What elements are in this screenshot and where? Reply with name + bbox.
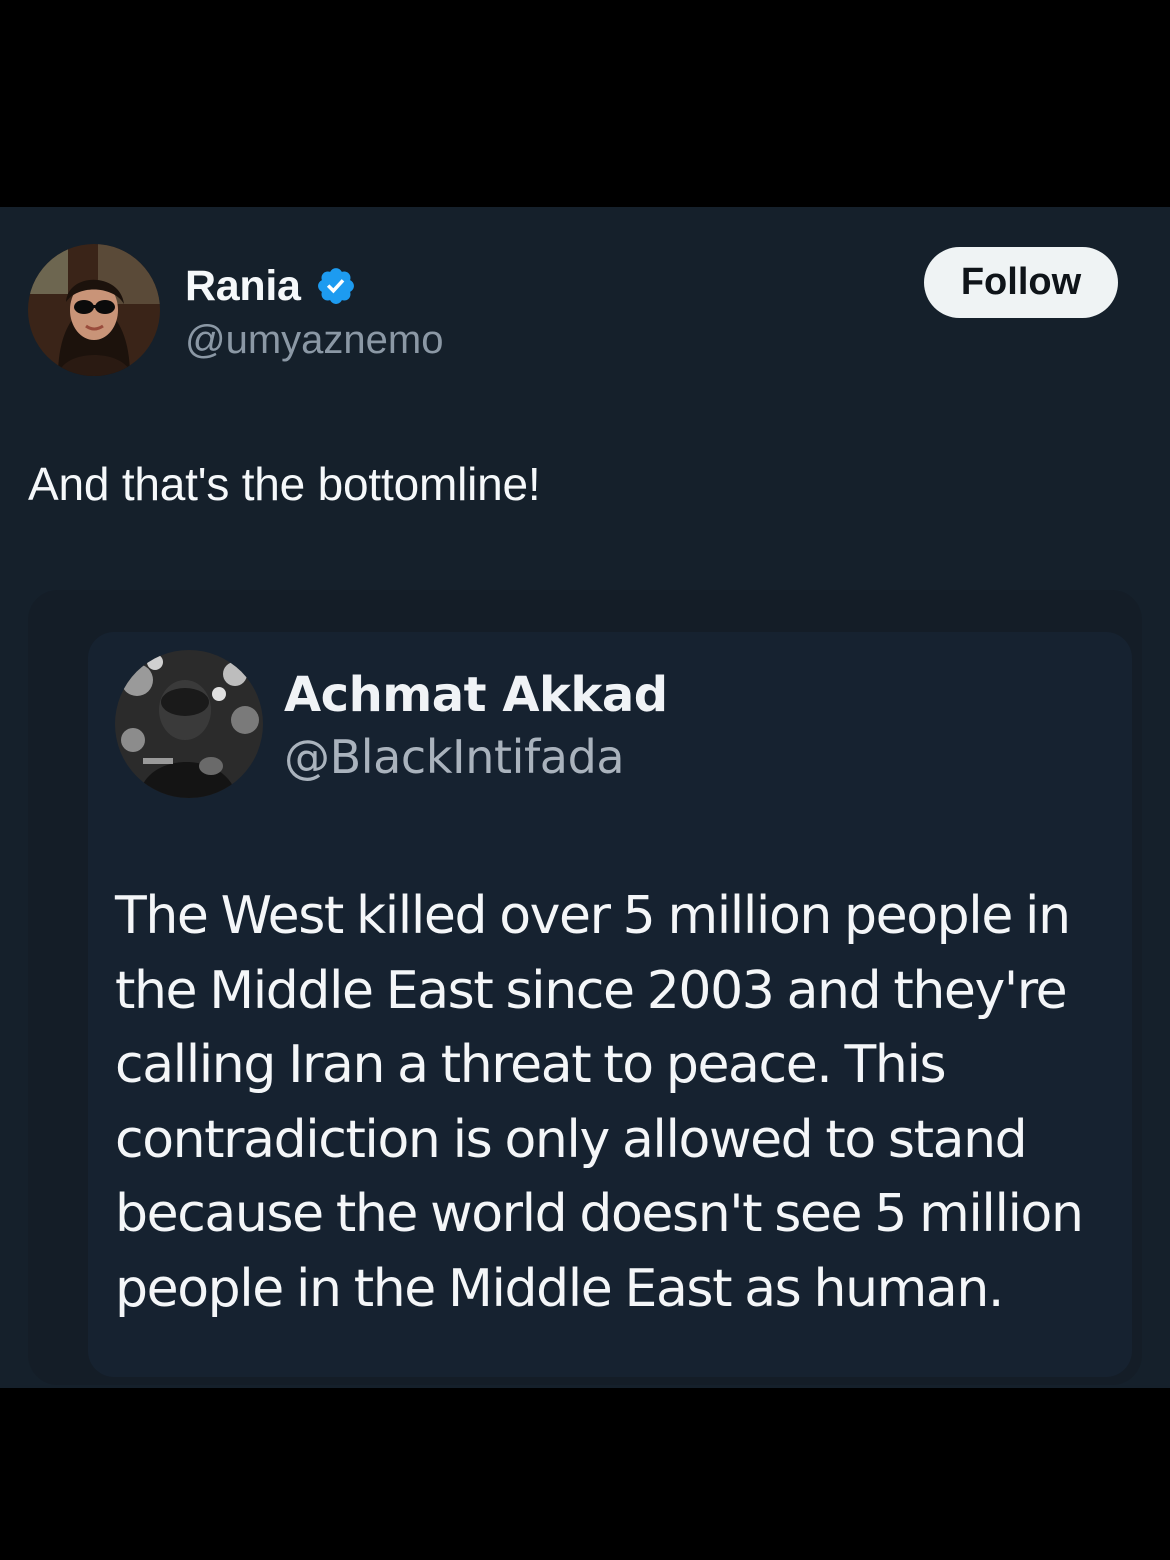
author-avatar[interactable] xyxy=(28,244,160,376)
avatar-photo xyxy=(28,244,160,376)
post-text: And that's the bottomline! xyxy=(28,458,541,510)
author-display-name[interactable]: Rania xyxy=(185,262,301,311)
author-handle[interactable]: @umyaznemo xyxy=(185,318,443,363)
post-header: Rania @umyaznemo Follow xyxy=(28,244,1142,378)
screenshot-page: Rania @umyaznemo Follow And that's the b… xyxy=(0,0,1170,1560)
quoted-post-text: The West killed over 5 million people in… xyxy=(115,886,1084,1319)
verified-badge-icon[interactable] xyxy=(315,265,357,307)
author-name-row: Rania xyxy=(185,260,357,312)
post-card: Rania @umyaznemo Follow And that's the b… xyxy=(0,207,1170,1388)
quoted-author-avatar xyxy=(115,650,263,798)
follow-button[interactable]: Follow xyxy=(924,247,1118,318)
quoted-avatar-photo xyxy=(115,650,263,798)
quoted-author-display-name: Achmat Akkad xyxy=(284,667,668,723)
quoted-author-handle: @BlackIntifada xyxy=(284,730,625,784)
